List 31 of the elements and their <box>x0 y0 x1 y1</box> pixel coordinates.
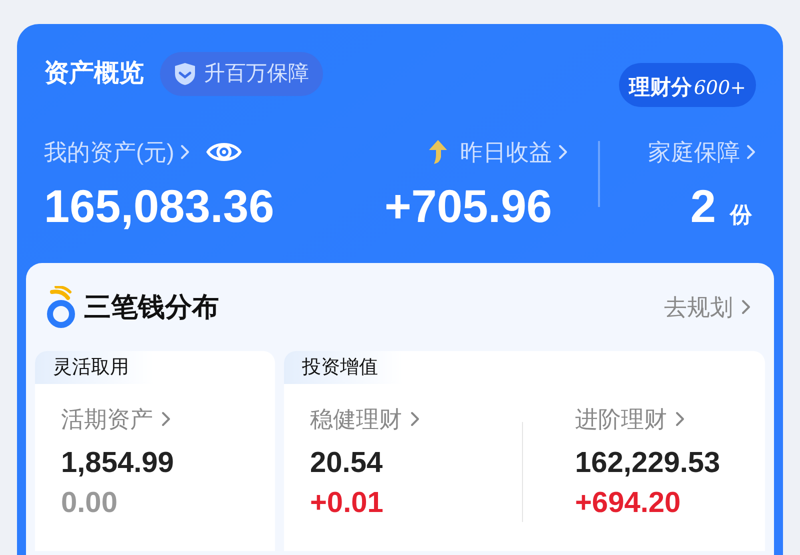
chevron-icon <box>741 299 751 315</box>
score-badge[interactable]: 理财分600+ <box>618 63 756 107</box>
chevron-icon <box>161 411 171 428</box>
item-value: 20.54 <box>310 446 384 480</box>
chevron-icon <box>746 144 756 160</box>
chevron-icon <box>180 144 190 160</box>
upgrade-badge[interactable]: 升百万保障 <box>160 52 323 96</box>
logo-icon <box>46 286 76 328</box>
chevron-icon <box>558 144 568 160</box>
stat-value: +705.96 <box>384 183 552 229</box>
section-title: 资产概览 <box>44 58 144 89</box>
item-value: 162,229.53 <box>575 446 720 480</box>
item-label[interactable]: 进阶理财 <box>575 402 667 436</box>
plan-link[interactable]: 去规划 <box>664 290 733 324</box>
stat-label[interactable]: 家庭保障 <box>648 134 740 170</box>
chevron-icon <box>675 411 685 428</box>
change-value: 0.00 <box>61 486 118 520</box>
arrow-up-icon <box>428 139 448 165</box>
stat-value: 165,083.36 <box>44 183 274 229</box>
change-value: +694.20 <box>575 486 682 520</box>
item-label[interactable]: 稳健理财 <box>310 402 402 436</box>
change-value: +0.01 <box>310 486 384 520</box>
item-value: 1,854.99 <box>61 446 174 480</box>
shield-icon <box>174 62 196 86</box>
item-label[interactable]: 活期资产 <box>61 402 153 436</box>
stat-label[interactable]: 我的资产(元) <box>44 134 174 170</box>
stat-value: 2 <box>690 183 716 229</box>
card-title: 三笔钱分布 <box>84 290 219 324</box>
chevron-icon <box>410 411 420 428</box>
stat-label[interactable]: 昨日收益 <box>460 134 552 170</box>
unit-label: 份 <box>730 201 752 229</box>
